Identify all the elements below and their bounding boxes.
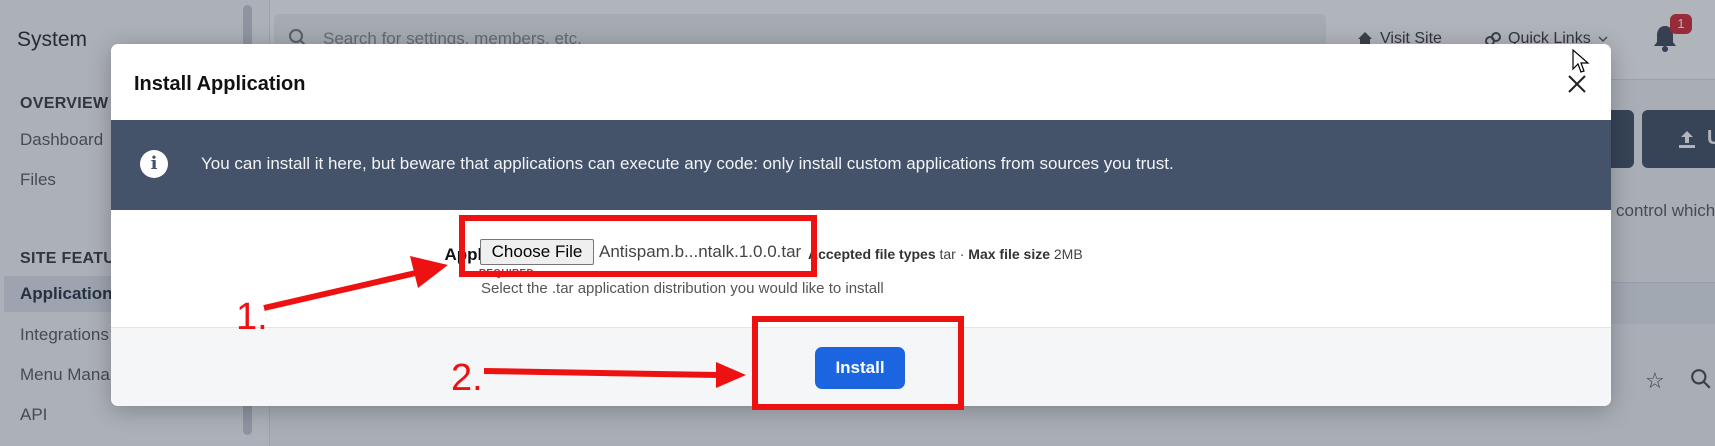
annotation-arrowhead-1 [410,256,448,288]
annotation-arrow-2 [483,368,719,378]
annotation-arrow-1 [263,269,421,311]
annotation-arrowhead-2 [716,362,746,388]
annotation-arrows [263,256,746,388]
